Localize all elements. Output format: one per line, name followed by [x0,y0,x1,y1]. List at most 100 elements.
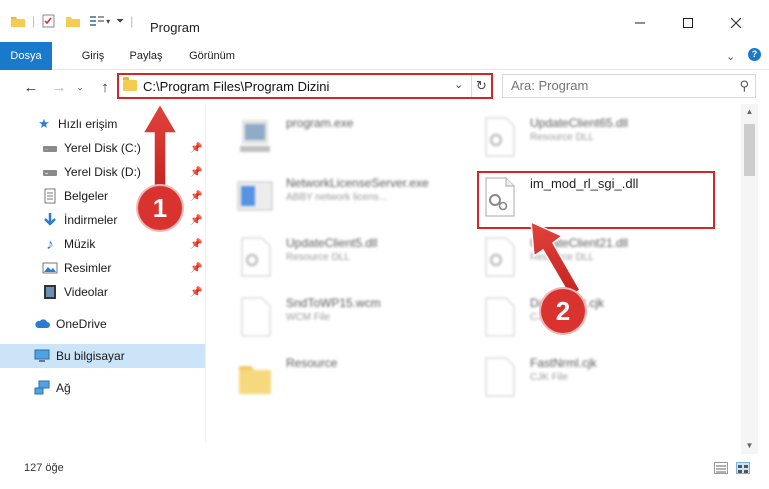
file-item[interactable]: UpdateClient5.dll Resource DLL [236,228,466,284]
file-type: ABBY network licens... [286,192,387,203]
address-path[interactable]: C:\Program Files\Program Dizini [143,79,329,94]
refresh-icon: ↻ [476,78,487,93]
chevron-down-icon: ⌄ [454,79,464,91]
pictures-icon [42,262,58,274]
scroll-thumb[interactable] [744,124,755,176]
chevron-up-icon: ▲ [745,107,754,116]
search-icon: ⚲ [739,78,749,93]
dll-file-icon [241,237,271,277]
pane-divider[interactable] [205,104,206,442]
folder-icon[interactable] [10,13,26,29]
arrow-left-icon: ← [23,78,39,96]
file-item[interactable]: DataClient.cjk CJK File [480,288,710,344]
pin-icon[interactable]: 📌 [190,287,202,298]
sidebar-item-local-disk-d[interactable]: Yerel Disk (D:) 📌 [0,160,205,184]
toolbar-separator: | [130,14,134,28]
sidebar-item-network[interactable]: Ağ [0,376,205,400]
customize-toolbar-icon[interactable]: ⏷ [116,16,124,27]
chevron-down-icon[interactable]: ▾ [106,17,110,26]
target-file-highlight [477,171,715,229]
cloud-icon [35,319,50,328]
pin-icon[interactable]: 📌 [190,239,202,250]
help-icon[interactable]: ? [748,48,761,61]
minimize-button[interactable] [630,14,650,32]
file-name: Resource [286,356,338,370]
file-icon [485,297,515,337]
details-view-button[interactable] [714,462,728,474]
refresh-button[interactable]: ↻ [471,75,491,97]
search-input[interactable] [511,78,721,93]
sidebar-item-onedrive[interactable]: OneDrive [0,312,205,336]
sidebar-item-this-pc[interactable]: Bu bilgisayar [0,344,205,368]
close-button[interactable] [726,14,746,32]
file-item[interactable]: UpdateClient65.dll Resource DLL [480,108,710,164]
sidebar-item-music[interactable]: ♪ Müzik 📌 [0,232,205,256]
dll-file-icon [485,117,515,157]
pin-icon[interactable]: 📌 [190,191,202,202]
minimize-icon [635,22,645,24]
tiles-view-button[interactable] [736,462,750,474]
ribbon: Dosya Giriş Paylaş Görünüm ⌄ ? [0,42,769,70]
tab-home[interactable]: Giriş [75,42,111,70]
pin-icon[interactable]: 📌 [190,215,202,226]
folder-item[interactable]: Resource [236,348,466,404]
sidebar-item-quick-access[interactable]: ★ Hızlı erişim [0,112,205,136]
sidebar-item-label: Videolar [64,285,108,299]
search-box[interactable]: ⚲ [502,74,756,98]
chevron-down-icon: ▼ [745,441,754,450]
file-item[interactable]: SndToWP15.wcm WCM File [236,288,466,344]
star-icon: ★ [38,116,50,131]
file-type: CJK File [530,372,568,383]
file-type: Resource DLL [530,252,594,263]
file-item[interactable]: program.exe [236,108,466,164]
forward-button[interactable]: → [50,78,68,96]
new-folder-icon[interactable] [65,13,81,29]
videos-icon [44,285,56,299]
sidebar-item-local-disk-c[interactable]: Yerel Disk (C:) 📌 [0,136,205,160]
drive-icon [43,170,57,176]
sidebar-item-label: Yerel Disk (D:) [64,165,141,179]
file-name: NetworkLicenseServer.exe [286,176,429,190]
view-icon[interactable] [89,13,105,29]
file-name: SndToWP15.wcm [286,296,381,310]
pin-icon[interactable]: 📌 [190,263,202,274]
file-item[interactable]: FastNrml.cjk CJK File [480,348,710,404]
file-item[interactable]: UpdateClient21.dll Resource DLL [480,228,710,284]
up-button[interactable]: ↑ [96,78,114,96]
tab-view[interactable]: Görünüm [184,42,240,70]
tab-file[interactable]: Dosya [0,42,52,70]
file-item[interactable]: NetworkLicenseServer.exe ABBY network li… [236,168,466,224]
tiles-view-icon [738,465,748,473]
sidebar-item-videos[interactable]: Videolar 📌 [0,280,205,304]
sidebar-item-label: Bu bilgisayar [56,349,125,363]
tab-share[interactable]: Paylaş [123,42,169,70]
address-bar[interactable]: C:\Program Files\Program Dizini ⌄ ↻ [117,73,493,99]
file-list: program.exe UpdateClient65.dll Resource … [208,104,740,442]
maximize-button[interactable] [678,14,698,32]
pin-icon[interactable]: 📌 [190,143,202,154]
pin-icon[interactable]: 📌 [190,167,202,178]
scroll-down-button[interactable]: ▼ [741,438,758,454]
sidebar-item-label: OneDrive [56,317,107,331]
sidebar-item-label: Müzik [64,237,96,251]
network-icon [34,380,50,395]
back-button[interactable]: ← [22,78,40,96]
vertical-scrollbar[interactable]: ▲ ▼ [741,104,758,454]
arrow-right-icon: → [51,78,67,96]
file-type: Resource DLL [530,132,594,143]
folder-icon [239,366,271,394]
exe-file-icon [240,120,270,152]
recent-locations-button[interactable]: ⌄ [74,78,86,96]
chevron-down-icon: ⌄ [76,81,84,92]
scroll-up-button[interactable]: ▲ [741,104,758,120]
properties-icon[interactable] [41,13,57,29]
chevron-down-icon[interactable]: ⌄ [726,50,735,63]
address-dropdown[interactable]: ⌄ [454,78,463,91]
file-name: UpdateClient21.dll [530,236,629,250]
sidebar-item-label: Yerel Disk (C:) [64,141,141,155]
quick-access-toolbar: | ▾ ⏷ | [10,12,139,30]
file-name: UpdateClient65.dll [530,116,629,130]
toolbar-separator: | [32,14,36,28]
sidebar-item-pictures[interactable]: Resimler 📌 [0,256,205,280]
status-bar: 127 öğe [0,456,769,478]
